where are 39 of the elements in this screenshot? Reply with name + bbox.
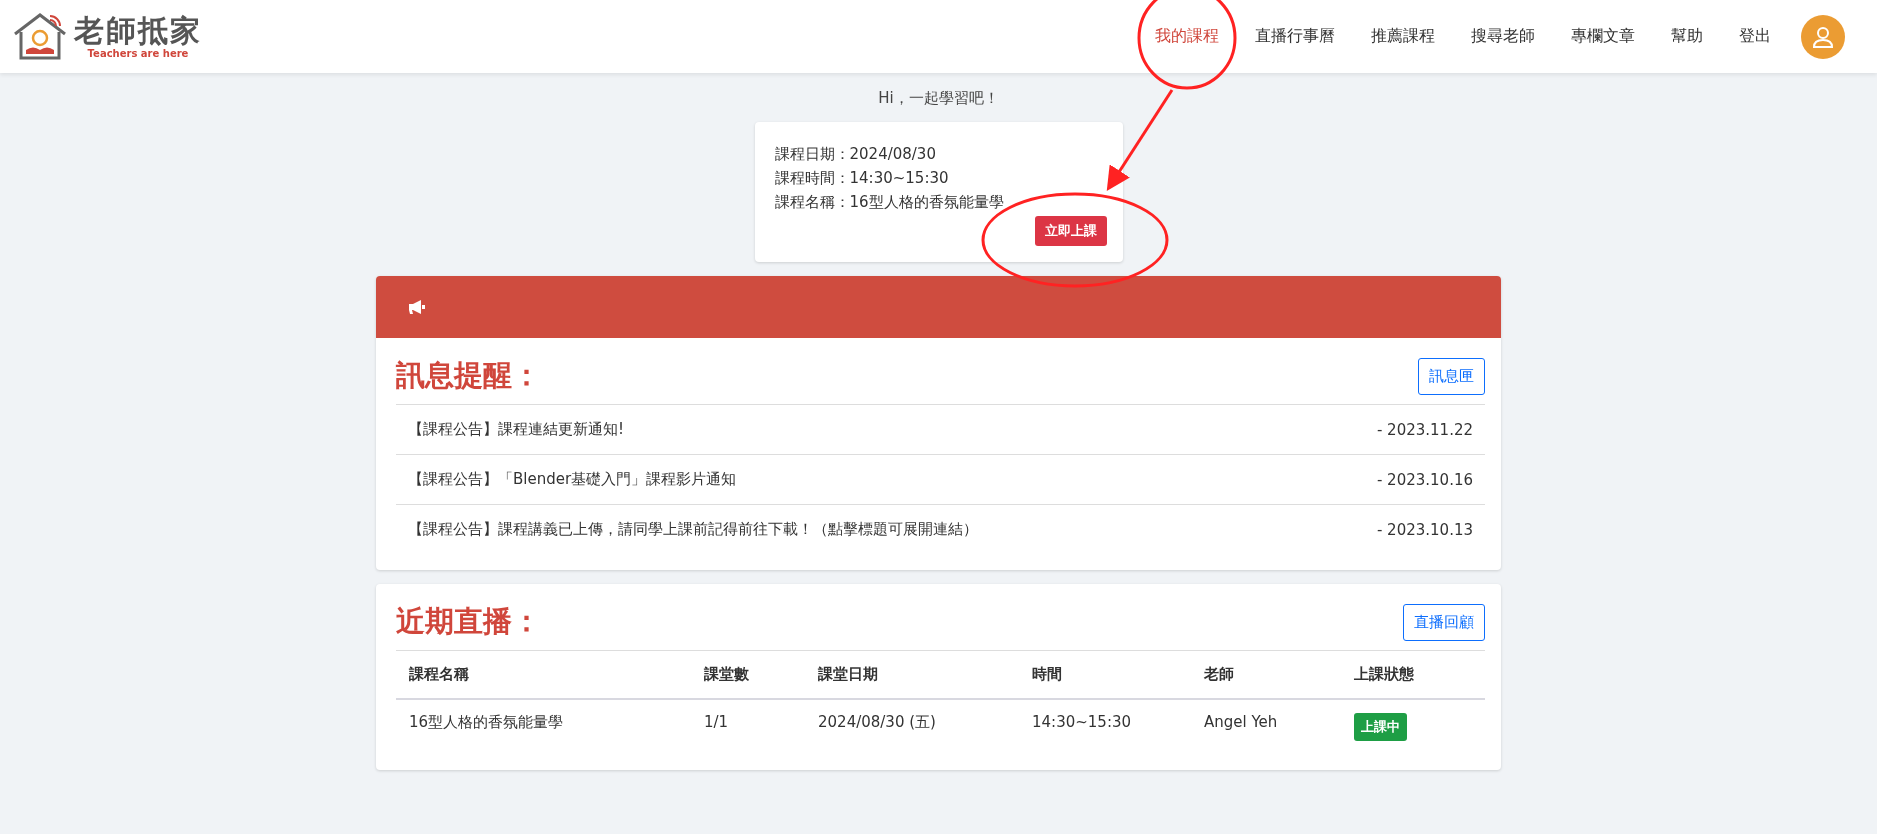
user-avatar[interactable] bbox=[1801, 14, 1845, 59]
column-header: 課堂數 bbox=[704, 664, 750, 685]
section-title: 訊息提醒： bbox=[396, 357, 541, 394]
class-info: 課程日期：2024/08/30 bbox=[774, 144, 937, 165]
column-header: 課程名稱 bbox=[409, 664, 470, 685]
column-header: 上課狀態 bbox=[1354, 664, 1415, 685]
nav-link[interactable]: 幫助 bbox=[1653, 26, 1721, 47]
class-info: 課程時間：14:30~15:30 bbox=[774, 168, 950, 189]
logo-tagline: Teachers are here bbox=[87, 48, 189, 59]
class-info: 課程名稱：16型人格的香氛能量學 bbox=[774, 192, 1005, 213]
nav-link[interactable]: 推薦課程 bbox=[1353, 26, 1453, 47]
status-badge: 上課中 bbox=[1354, 713, 1407, 741]
notice-link[interactable]: 【課程公告】「Blender基礎入門」課程影片通知 bbox=[408, 470, 737, 489]
nav-link[interactable]: 登出 bbox=[1721, 26, 1789, 47]
house-logo-icon bbox=[12, 11, 68, 62]
notice-link[interactable]: 【課程公告】課程講義已上傳，請同學上課前記得前往下載！（點擊標題可展開連結） bbox=[408, 520, 978, 539]
table-cell-text: 2024/08/30 (五) bbox=[818, 712, 937, 733]
notice-date: - 2023.10.16 bbox=[1376, 470, 1473, 489]
greeting-text: Hi，一起學習吧！ bbox=[878, 89, 999, 108]
nav-link[interactable]: 專欄文章 bbox=[1553, 26, 1653, 47]
inbox-button[interactable]: 訊息匣 bbox=[1418, 357, 1485, 395]
column-header: 老師 bbox=[1204, 664, 1235, 685]
section-title: 近期直播： bbox=[396, 603, 541, 640]
nav-link[interactable]: 搜尋老師 bbox=[1453, 26, 1553, 47]
column-header: 課堂日期 bbox=[818, 664, 879, 685]
notice-date: - 2023.11.22 bbox=[1376, 420, 1473, 439]
table-cell-text: 14:30~15:30 bbox=[1032, 712, 1133, 733]
join-class-button[interactable]: 立即上課 bbox=[1034, 216, 1107, 246]
notice-date: - 2023.10.13 bbox=[1376, 520, 1473, 539]
table-cell-text: 16型人格的香氛能量學 bbox=[409, 712, 565, 733]
megaphone-icon bbox=[408, 299, 426, 315]
replay-button[interactable]: 直播回顧 bbox=[1403, 603, 1485, 641]
notice-link[interactable]: 【課程公告】課程連結更新通知! bbox=[408, 420, 624, 439]
table-cell-text: Angel Yeh bbox=[1204, 712, 1279, 733]
nav-link[interactable]: 直播行事曆 bbox=[1237, 26, 1353, 47]
nav-link[interactable]: 我的課程 bbox=[1137, 26, 1237, 47]
logo-title: 老師抵家 bbox=[74, 14, 202, 48]
table-cell-text: 1/1 bbox=[704, 712, 730, 733]
column-header: 時間 bbox=[1032, 664, 1063, 685]
